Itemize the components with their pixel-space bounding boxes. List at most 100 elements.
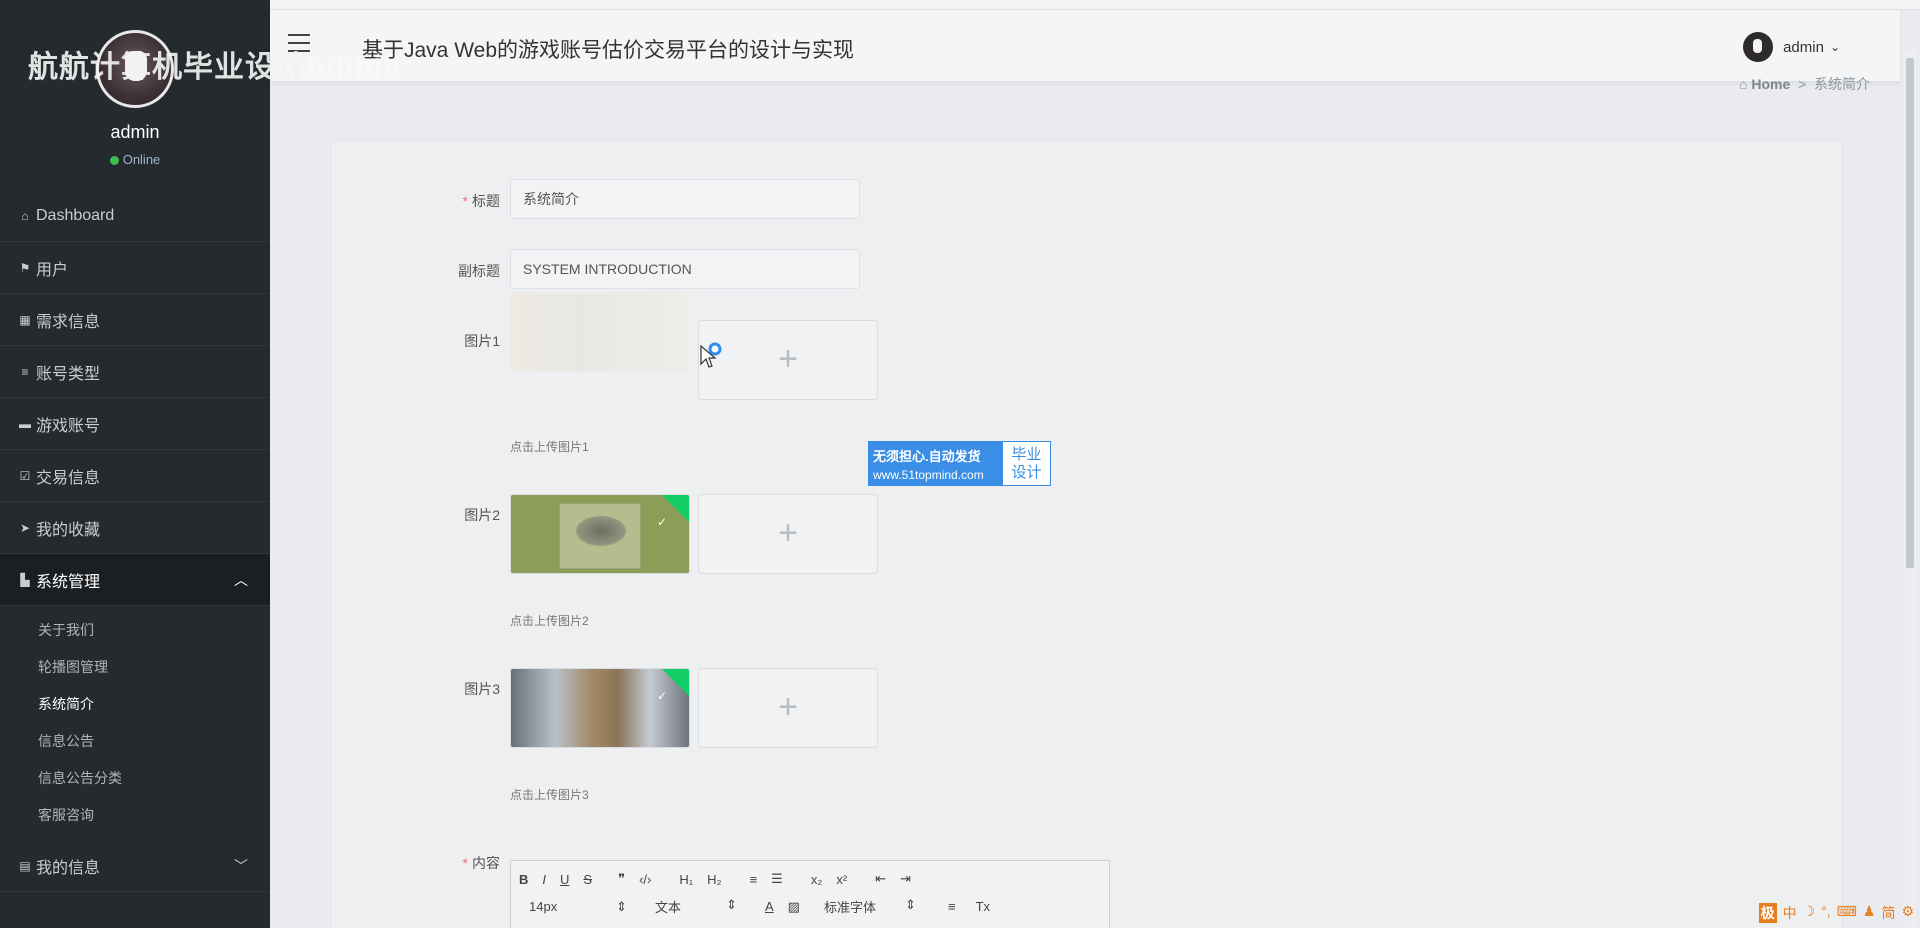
- image3-tip: 点击上传图片3: [510, 788, 589, 802]
- title-label: * 标题: [380, 191, 500, 211]
- sidebar-item-label: 交易信息: [36, 469, 101, 487]
- chevron-down-icon: ﹀: [234, 857, 248, 874]
- sidebar-item-account-type[interactable]: ≡ 账号类型: [0, 346, 270, 398]
- promo-right-line2: 设计: [1011, 464, 1042, 481]
- rich-text-editor[interactable]: B I U S ❞ ‹/› H₁ H₂ ≡ ☰ x₂ x² ⇤ ⇥ 14px ⇕ …: [510, 860, 1110, 928]
- ordered-list-button[interactable]: ≡: [750, 872, 758, 887]
- simplified-mode[interactable]: 简: [1881, 903, 1895, 923]
- plus-icon: +: [778, 514, 798, 552]
- align-button[interactable]: ≡: [948, 899, 956, 914]
- breadcrumb-current: 系统简介: [1814, 76, 1870, 92]
- font-family-value: 标准字体: [823, 900, 876, 915]
- ime-chinese-mode[interactable]: 中: [1783, 903, 1797, 923]
- background-color-button[interactable]: ▨: [788, 899, 800, 915]
- monitor-icon: ▬: [19, 416, 31, 431]
- page-scrollbar[interactable]: [1904, 50, 1916, 928]
- h2-button[interactable]: H₂: [707, 872, 721, 887]
- sidebar-item-demand[interactable]: ▦ 需求信息: [0, 294, 270, 346]
- promo-left: 无须担心.自动发货 www.51topmind.com: [869, 442, 1003, 485]
- indent-button[interactable]: ⇥: [900, 871, 911, 887]
- code-button[interactable]: ‹/›: [639, 872, 651, 887]
- quote-button[interactable]: ❞: [618, 871, 625, 887]
- top-header: 基于Java Web的游戏账号估价交易平台的设计与实现 admin ⌄: [270, 10, 1900, 82]
- top-strip: [0, 0, 1920, 10]
- outdent-button[interactable]: ⇤: [875, 871, 886, 887]
- ime-tray: 极 中 ☽ °, ⌨ ♟ 简 ⚙: [1753, 903, 1914, 923]
- promo-line2: www.51topmind.com: [873, 468, 984, 482]
- submenu-item-notice-category[interactable]: 信息公告分类: [0, 760, 270, 797]
- sidebar-item-label: 系统管理: [36, 573, 101, 591]
- profile-status-text: Online: [122, 152, 161, 167]
- image2-tip: 点击上传图片2: [510, 614, 589, 628]
- settings-gear-icon[interactable]: ⚙: [1901, 903, 1914, 923]
- image3-preview[interactable]: ✓: [510, 668, 690, 748]
- submenu-item-carousel[interactable]: 轮播图管理: [0, 649, 270, 686]
- sidebar: admin Online ⌂ Dashboard ⚑ 用户 ▦ 需求信息 ≡ 账号类型 …: [0, 0, 270, 928]
- select-arrow-icon: ⇕: [905, 897, 916, 912]
- font-color-button[interactable]: A: [765, 899, 774, 914]
- image3-label: 图片3: [464, 681, 500, 697]
- block-type-select[interactable]: 文本 ⇕: [655, 897, 737, 916]
- punctuation-icon[interactable]: °,: [1821, 903, 1831, 923]
- clear-format-button[interactable]: Tx: [976, 899, 990, 914]
- grid-icon: ▦: [19, 312, 31, 327]
- sidebar-item-label: 用户: [36, 261, 69, 279]
- subscript-button[interactable]: x₂: [811, 872, 823, 887]
- breadcrumb: ⌂ Home > 系统简介: [1739, 74, 1870, 94]
- font-size-value: 14px: [529, 898, 558, 914]
- italic-button[interactable]: I: [542, 872, 546, 887]
- sidebar-item-game-account[interactable]: ▬ 游戏账号: [0, 398, 270, 450]
- breadcrumb-home[interactable]: Home: [1751, 76, 1790, 92]
- subtitle-input[interactable]: SYSTEM INTRODUCTION: [510, 249, 860, 289]
- sidebar-item-label: 我的信息: [36, 859, 101, 877]
- image1-preview[interactable]: [510, 292, 690, 372]
- bullet-list-button[interactable]: ☰: [771, 871, 783, 887]
- sidebar-item-users[interactable]: ⚑ 用户: [0, 242, 270, 294]
- home-icon: ⌂: [1738, 76, 1748, 92]
- list-icon: ≡: [21, 364, 29, 379]
- profile-panel: admin Online: [0, 0, 270, 190]
- online-dot-icon: [109, 156, 119, 166]
- scrollbar-thumb[interactable]: [1906, 58, 1914, 568]
- submenu-item-intro[interactable]: 系统简介: [0, 686, 270, 723]
- flag-icon: ⚑: [19, 260, 31, 275]
- promo-banner[interactable]: 无须担心.自动发货 www.51topmind.com 毕业 设计: [868, 441, 1051, 486]
- font-family-select[interactable]: 标准字体 ⇕: [824, 897, 916, 916]
- sidebar-item-favorites[interactable]: ➤ 我的收藏: [0, 502, 270, 554]
- send-icon: ➤: [19, 520, 31, 535]
- user-dropdown[interactable]: admin ⌄: [1743, 32, 1840, 62]
- plus-icon: +: [778, 688, 798, 726]
- sidebar-item-my-info[interactable]: ▤ 我的信息 ﹀: [0, 840, 270, 892]
- keyboard-icon[interactable]: ⌨: [1837, 903, 1857, 923]
- user-avatar: [1743, 32, 1774, 62]
- subtitle-label: 副标题: [458, 263, 500, 279]
- submenu-item-support[interactable]: 客服咨询: [0, 797, 270, 834]
- bold-button[interactable]: B: [519, 872, 528, 887]
- watermark-title: 航航计算机毕业设计: [28, 51, 307, 84]
- image2-preview[interactable]: ✓: [510, 494, 690, 574]
- sidebar-item-system[interactable]: ▙ 系统管理 ︿: [0, 554, 270, 606]
- underline-button[interactable]: U: [560, 872, 569, 887]
- promo-right: 毕业 设计: [1003, 442, 1050, 485]
- editor-toolbar-row1: B I U S ❞ ‹/› H₁ H₂ ≡ ☰ x₂ x² ⇤ ⇥: [519, 871, 925, 887]
- submenu-item-about[interactable]: 关于我们: [0, 612, 270, 649]
- image3-upload-button[interactable]: +: [698, 668, 878, 748]
- card-icon: ▤: [19, 858, 31, 873]
- sidebar-item-label: 需求信息: [36, 313, 101, 331]
- user-icon[interactable]: ♟: [1863, 903, 1876, 923]
- sidebar-item-dashboard[interactable]: ⌂ Dashboard: [0, 190, 270, 242]
- image2-upload-button[interactable]: +: [698, 494, 878, 574]
- superscript-button[interactable]: x²: [836, 872, 847, 887]
- sidebar-item-trade[interactable]: ☑ 交易信息: [0, 450, 270, 502]
- h1-button[interactable]: H₁: [679, 872, 693, 887]
- checkbox-icon: ☑: [19, 468, 31, 483]
- check-icon: ✓: [656, 689, 667, 703]
- moon-icon[interactable]: ☽: [1803, 903, 1816, 923]
- ime-logo-icon[interactable]: 极: [1758, 903, 1777, 923]
- strike-button[interactable]: S: [583, 872, 592, 887]
- font-size-select[interactable]: 14px ⇕: [529, 899, 627, 915]
- title-input[interactable]: 系统简介: [510, 179, 860, 219]
- submenu-item-notice[interactable]: 信息公告: [0, 723, 270, 760]
- chevron-up-icon: ︿: [234, 571, 248, 588]
- select-arrow-icon: ⇕: [726, 897, 737, 912]
